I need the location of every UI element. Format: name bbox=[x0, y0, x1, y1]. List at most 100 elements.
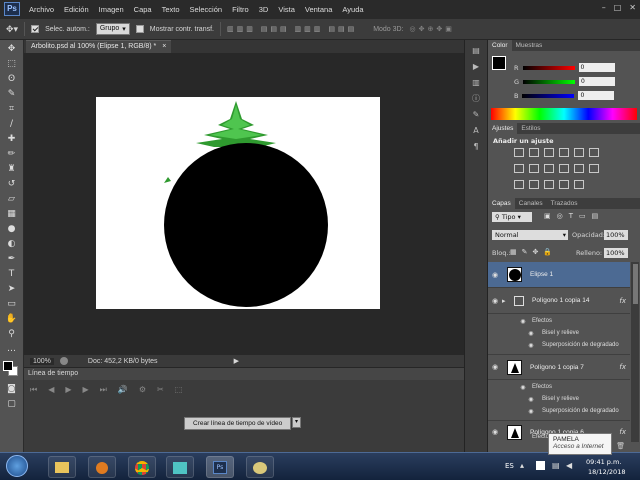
playback-controls[interactable]: ⏮◀▶▶⏭🔊⚙✂⬚ bbox=[30, 385, 193, 395]
layer-row[interactable]: ◉ ▸ Polígono 1 copia 14 fx bbox=[488, 288, 630, 314]
crop-tool-icon[interactable]: ⌗ bbox=[5, 103, 19, 115]
stamp-tool-icon[interactable]: ♜ bbox=[5, 163, 19, 175]
chrome-icon[interactable] bbox=[128, 456, 156, 478]
clock-date[interactable]: 18/12/2018 bbox=[588, 468, 625, 476]
opacity-field[interactable]: 100% bbox=[604, 230, 628, 240]
menu-ayuda[interactable]: Ayuda bbox=[337, 5, 368, 14]
status-arrow-icon[interactable]: ▶ bbox=[234, 357, 239, 365]
shape-tool-icon[interactable]: ▭ bbox=[5, 298, 19, 310]
maximize-icon[interactable]: □ bbox=[614, 3, 622, 12]
fx-icon[interactable]: fx bbox=[619, 428, 626, 436]
minimize-icon[interactable]: – bbox=[602, 3, 606, 12]
align-icons[interactable]: ▥▥▥ ▤▤▤ ▥▥▥ ▤▤▤ bbox=[227, 25, 357, 33]
file-explorer-icon[interactable] bbox=[48, 456, 76, 478]
effects-eye-icon[interactable]: ◉ bbox=[516, 318, 530, 325]
blend-mode-select[interactable]: Normal ▾ bbox=[492, 230, 568, 240]
red-slider[interactable]: R0 bbox=[514, 63, 615, 72]
effect-eye-icon[interactable]: ◉ bbox=[524, 396, 538, 403]
visibility-eye-icon[interactable]: ◉ bbox=[488, 297, 502, 305]
effect-eye-icon[interactable]: ◉ bbox=[524, 330, 538, 337]
selective-color-icon[interactable] bbox=[574, 180, 584, 189]
menu-capa[interactable]: Capa bbox=[129, 5, 157, 14]
close-icon[interactable]: ✕ bbox=[629, 3, 636, 12]
screen-mode-icon[interactable]: ▢ bbox=[5, 398, 19, 410]
layer-filter-icons[interactable]: ▣◎T▭▤ bbox=[544, 212, 604, 220]
effect-item[interactable]: Superposición de degradado bbox=[542, 408, 619, 414]
tab-styles[interactable]: Estilos bbox=[517, 123, 544, 134]
visibility-eye-icon[interactable]: ◉ bbox=[488, 363, 502, 371]
vibrance-icon[interactable] bbox=[574, 148, 584, 157]
hand-tool-icon[interactable]: ✋ bbox=[5, 313, 19, 325]
tab-color[interactable]: Color bbox=[488, 40, 512, 51]
green-slider[interactable]: G0 bbox=[514, 77, 616, 86]
document-tab[interactable]: Arbolito.psd al 100% (Elipse 1, RGB/8) *… bbox=[26, 40, 172, 53]
quick-mask-icon[interactable]: ◙ bbox=[5, 383, 19, 395]
menu-archivo[interactable]: Archivo bbox=[24, 5, 59, 14]
tab-layers[interactable]: Capas bbox=[488, 198, 515, 209]
visibility-eye-icon[interactable]: ◉ bbox=[488, 271, 502, 279]
layer-name[interactable]: Polígono 1 copia 7 bbox=[522, 364, 584, 371]
healing-tool-icon[interactable]: ✚ bbox=[5, 133, 19, 145]
levels-icon[interactable] bbox=[529, 148, 539, 157]
gradient-tool-icon[interactable]: ▦ bbox=[5, 208, 19, 220]
quick-select-tool-icon[interactable]: ✎ bbox=[5, 88, 19, 100]
bw-icon[interactable] bbox=[544, 164, 554, 173]
path-select-tool-icon[interactable]: ➤ bbox=[5, 283, 19, 295]
document-canvas[interactable] bbox=[24, 53, 464, 355]
network-icon[interactable]: ▤ bbox=[552, 461, 560, 470]
canvas-area[interactable] bbox=[24, 53, 464, 355]
move-tool-icon[interactable]: ✥ bbox=[5, 43, 19, 55]
menu-3d[interactable]: 3D bbox=[254, 5, 274, 14]
effect-item[interactable]: Bisel y relieve bbox=[542, 330, 579, 336]
posterize-icon[interactable] bbox=[529, 180, 539, 189]
fx-icon[interactable]: fx bbox=[619, 363, 626, 371]
effect-eye-icon[interactable]: ◉ bbox=[524, 408, 538, 415]
lock-icons[interactable]: ▦✎✥🔒 bbox=[510, 248, 557, 256]
marquee-tool-icon[interactable]: ⬚ bbox=[5, 58, 19, 70]
fill-field[interactable]: 100% bbox=[604, 248, 628, 258]
layer-filter-select[interactable]: ⚲ Tipo ▾ bbox=[492, 212, 532, 222]
menu-edicion[interactable]: Edición bbox=[59, 5, 94, 14]
actions-icon[interactable]: ▶ bbox=[470, 62, 482, 72]
group-select[interactable]: Grupo ▾ bbox=[95, 23, 130, 35]
collapse-arrow-icon[interactable]: ▸ bbox=[502, 297, 514, 305]
effect-item[interactable]: Superposición de degradado bbox=[542, 342, 619, 348]
threshold-icon[interactable] bbox=[544, 180, 554, 189]
auto-select-checkbox[interactable] bbox=[31, 25, 40, 33]
more-tools-icon[interactable]: … bbox=[5, 343, 19, 355]
menu-vista[interactable]: Vista bbox=[273, 5, 300, 14]
flag-icon[interactable] bbox=[536, 461, 545, 470]
clock-time[interactable]: 09:41 p.m. bbox=[586, 458, 621, 466]
app-icon[interactable] bbox=[166, 456, 194, 478]
exposure-icon[interactable] bbox=[559, 148, 569, 157]
triangle-icon[interactable] bbox=[589, 148, 599, 157]
effects-eye-icon[interactable]: ◉ bbox=[516, 384, 530, 391]
move-tool-icon[interactable]: ✥▾ bbox=[6, 24, 18, 35]
volume-icon[interactable]: ◀ bbox=[566, 461, 572, 470]
invert-icon[interactable] bbox=[514, 180, 524, 189]
properties-icon[interactable]: ▥ bbox=[470, 78, 482, 88]
menu-filtro[interactable]: Filtro bbox=[227, 5, 254, 14]
blur-tool-icon[interactable]: ● bbox=[5, 223, 19, 235]
fg-color-preview[interactable] bbox=[492, 56, 506, 70]
photoshop-taskbar-icon[interactable]: Ps bbox=[206, 456, 234, 478]
layers-scrollbar[interactable] bbox=[631, 262, 639, 442]
effect-item[interactable]: Bisel y relieve bbox=[542, 396, 579, 402]
brush-tool-icon[interactable]: ✏ bbox=[5, 148, 19, 160]
curves-icon[interactable] bbox=[544, 148, 554, 157]
paragraph-icon[interactable]: ¶ bbox=[470, 142, 482, 152]
status-info-icon[interactable] bbox=[59, 357, 68, 365]
tab-paths[interactable]: Trazados bbox=[547, 198, 582, 209]
eraser-tool-icon[interactable]: ▱ bbox=[5, 193, 19, 205]
info-icon[interactable]: ⓘ bbox=[470, 94, 482, 104]
language-indicator[interactable]: ES bbox=[505, 462, 514, 470]
character-icon[interactable]: A bbox=[470, 126, 482, 136]
paint-icon[interactable] bbox=[246, 456, 274, 478]
fx-icon[interactable]: fx bbox=[619, 297, 626, 305]
close-tab-icon[interactable]: × bbox=[162, 43, 166, 50]
zoom-level[interactable]: 100% bbox=[30, 357, 54, 365]
menu-seleccion[interactable]: Selección bbox=[185, 5, 228, 14]
lasso-tool-icon[interactable]: ʘ bbox=[5, 73, 19, 85]
effect-eye-icon[interactable]: ◉ bbox=[524, 342, 538, 349]
layer-row[interactable]: ◉ Polígono 1 copia 7 fx bbox=[488, 354, 630, 380]
